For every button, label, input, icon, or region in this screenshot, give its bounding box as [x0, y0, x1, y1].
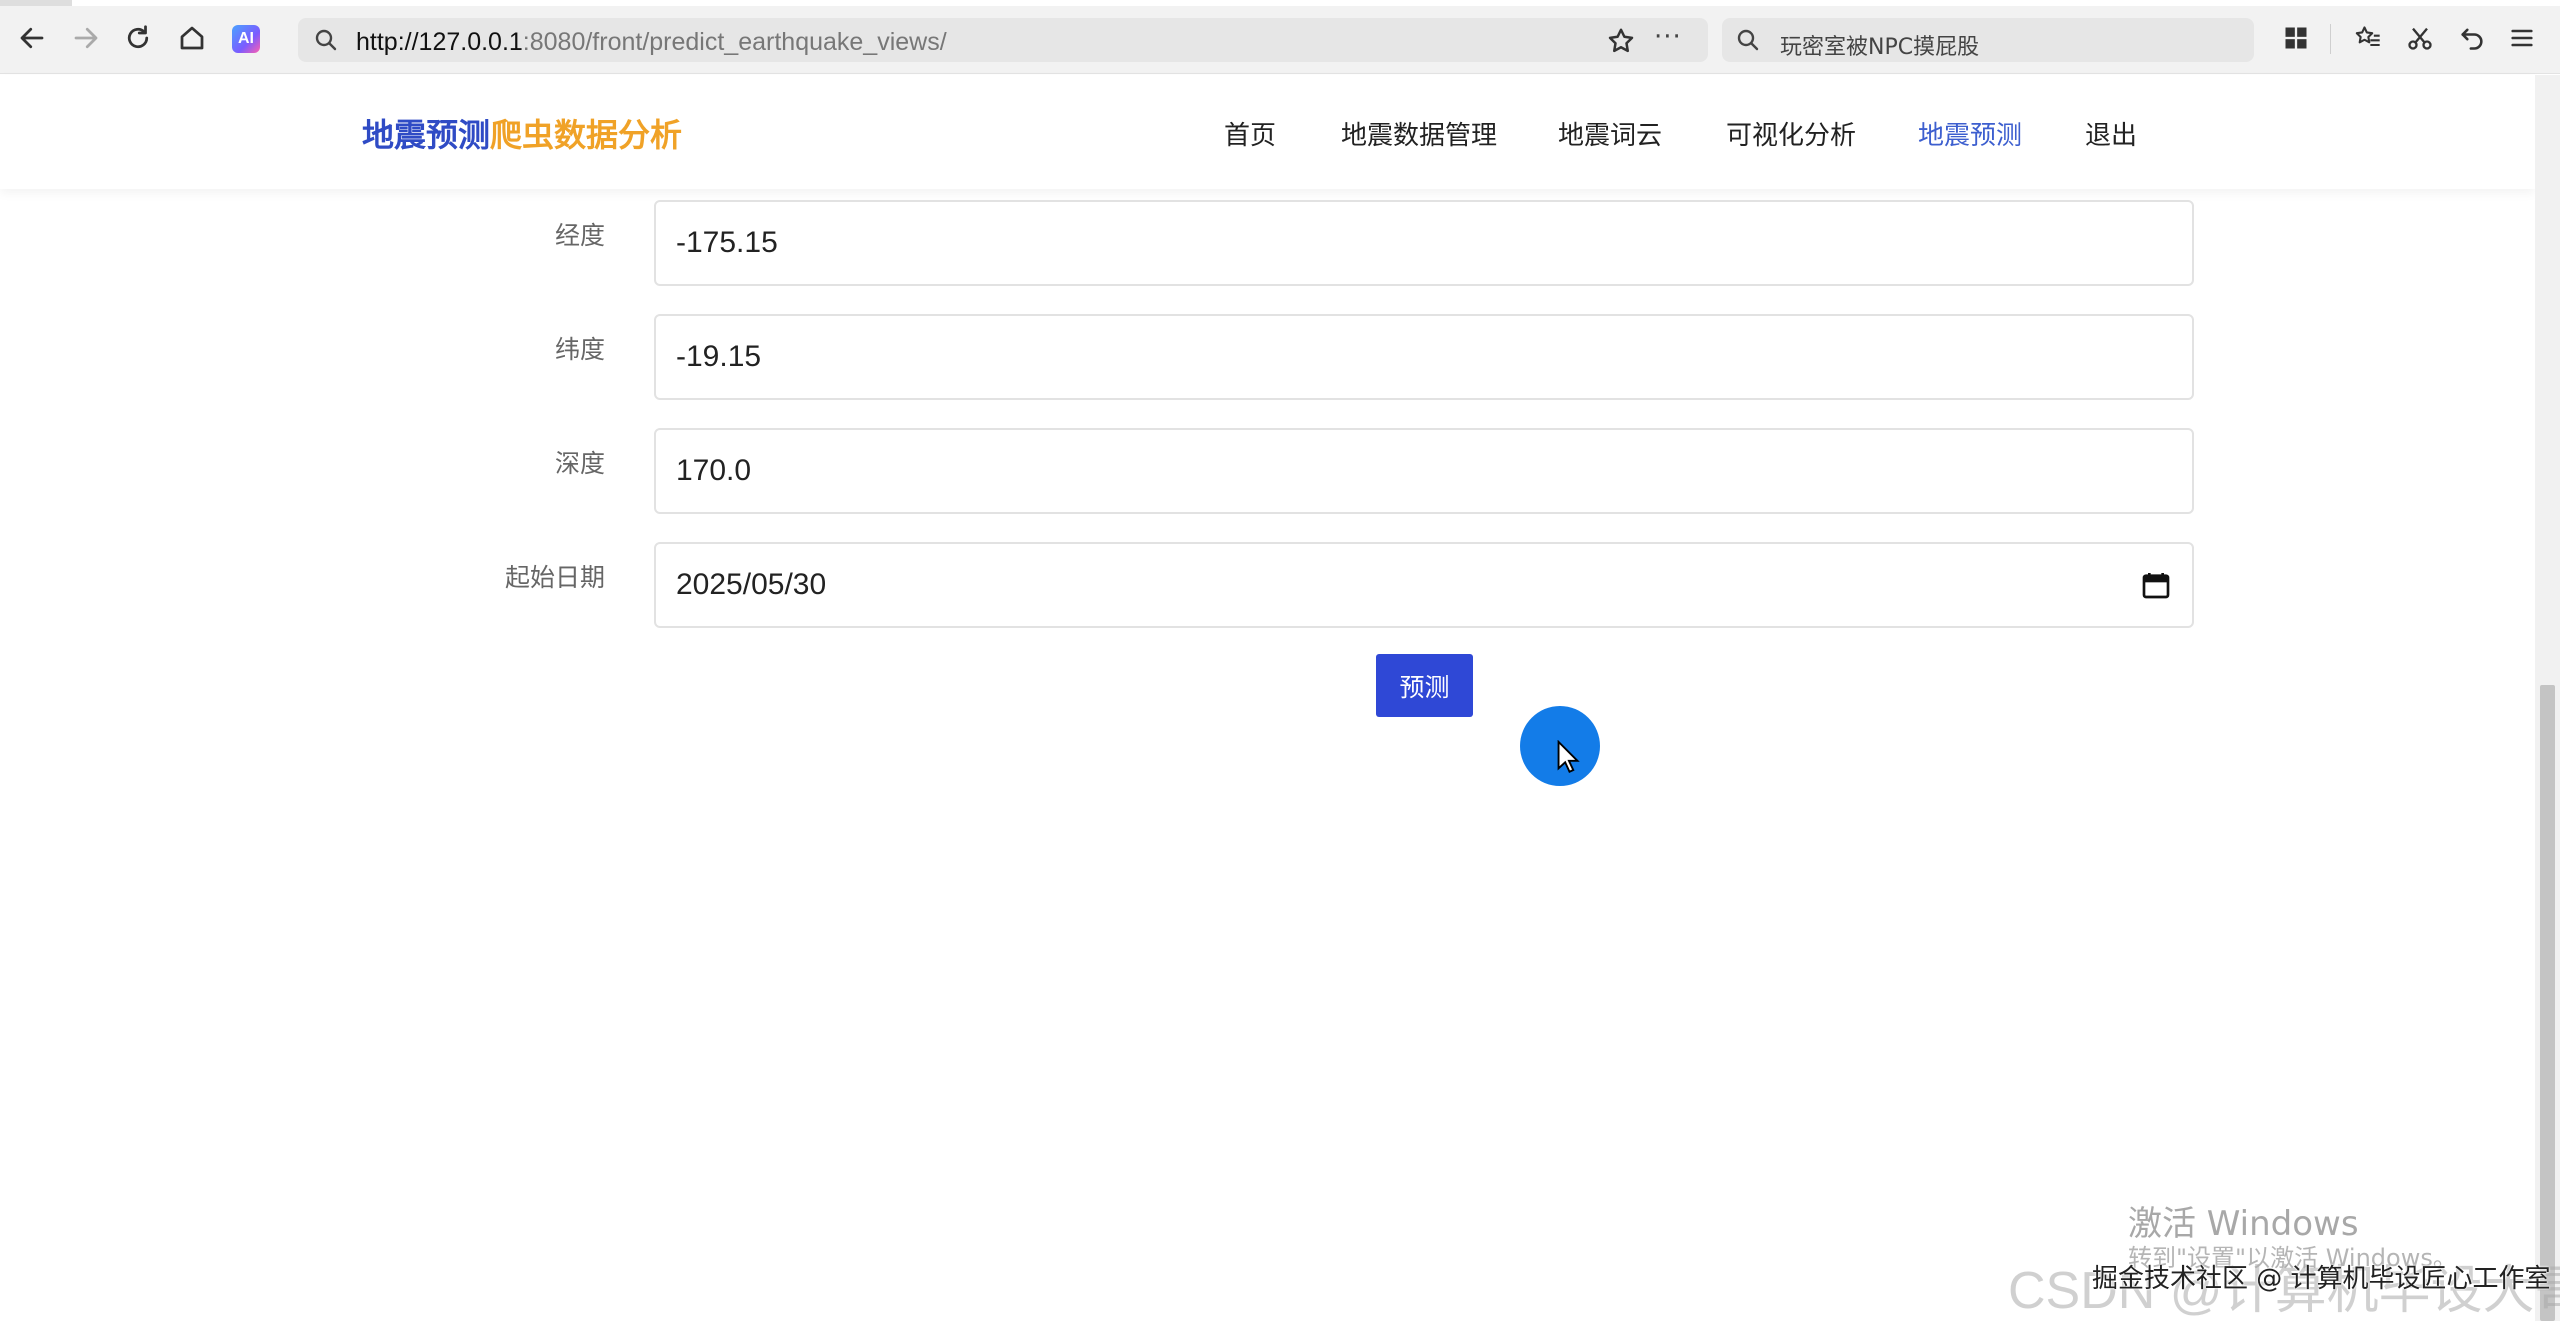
reload-icon	[127, 25, 149, 49]
search-icon	[315, 29, 337, 51]
toolbar-divider	[2330, 24, 2331, 54]
more-icon[interactable]: ···	[1654, 22, 1682, 52]
logo-part1: 地震预测	[362, 116, 491, 154]
nav-home[interactable]: 首页	[1224, 115, 1276, 152]
longitude-label: 经度	[554, 221, 605, 250]
longitude-input[interactable]	[654, 200, 2194, 286]
site-header: 地震预测爬虫数据分析 首页 地震数据管理 地震词云 可视化分析 地震预测 退出	[0, 75, 2535, 189]
search-icon	[1737, 29, 1759, 51]
favorites-button[interactable]	[2350, 20, 2386, 56]
hamburger-menu-icon	[2511, 29, 2533, 47]
url-host: http://127.0.0.1	[356, 28, 523, 56]
mouse-cursor-icon	[1557, 740, 1580, 773]
browser-toolbar: AI http://127.0.0.1:8080/front/predict_e…	[0, 0, 2560, 74]
home-button[interactable]	[172, 18, 212, 58]
latitude-label: 纬度	[554, 335, 605, 364]
undo-icon	[2461, 28, 2483, 50]
search-hint: 玩密室被NPC摸屁股	[1780, 35, 1980, 60]
scrollbar-thumb[interactable]	[2540, 685, 2555, 1321]
url-text[interactable]: http://127.0.0.1:8080/front/predict_eart…	[356, 28, 947, 57]
back-button[interactable]	[12, 18, 52, 58]
start-date-label: 起始日期	[504, 563, 605, 592]
predict-button[interactable]: 预测	[1376, 654, 1473, 717]
page-scrollbar[interactable]	[2535, 75, 2560, 1321]
apps-grid-icon	[2285, 27, 2307, 49]
nav-earthquake-data[interactable]: 地震数据管理	[1341, 115, 1497, 152]
favorites-icon	[2355, 26, 2380, 47]
depth-input[interactable]	[654, 428, 2194, 514]
site-logo[interactable]: 地震预测爬虫数据分析	[362, 110, 682, 156]
arrow-left-icon	[20, 27, 44, 49]
url-path: :8080/front/predict_earthquake_views/	[522, 28, 947, 56]
screenshot-button[interactable]	[2402, 20, 2438, 56]
apps-button[interactable]	[2278, 20, 2314, 56]
scissors-icon	[2408, 27, 2432, 50]
tab-strip	[0, 0, 2560, 6]
ai-assistant-button[interactable]: AI	[232, 25, 260, 53]
nav-visualization[interactable]: 可视化分析	[1726, 115, 1856, 152]
start-date-input[interactable]	[654, 542, 2194, 628]
browser-search-box[interactable]: 玩密室被NPC摸屁股	[1722, 18, 2254, 62]
juejin-watermark: 掘金技术社区 @ 计算机毕设匠心工作室	[2092, 1264, 2551, 1294]
address-bar[interactable]: http://127.0.0.1:8080/front/predict_eart…	[298, 18, 1708, 62]
latitude-input[interactable]	[654, 314, 2194, 400]
reload-button[interactable]	[118, 18, 158, 58]
star-icon[interactable]	[1606, 26, 1636, 56]
nav-word-cloud[interactable]: 地震词云	[1558, 115, 1662, 152]
active-tab[interactable]	[0, 0, 72, 6]
arrow-right-icon	[74, 27, 98, 49]
calendar-icon[interactable]	[2140, 569, 2172, 601]
depth-label: 深度	[554, 449, 605, 478]
undo-button[interactable]	[2454, 20, 2490, 56]
browser-menu-button[interactable]	[2504, 20, 2540, 56]
nav-prediction[interactable]: 地震预测	[1918, 115, 2022, 152]
home-icon	[180, 26, 204, 50]
logo-part2: 爬虫数据分析	[490, 116, 683, 154]
forward-button[interactable]	[66, 18, 106, 58]
nav-logout[interactable]: 退出	[2085, 115, 2137, 152]
